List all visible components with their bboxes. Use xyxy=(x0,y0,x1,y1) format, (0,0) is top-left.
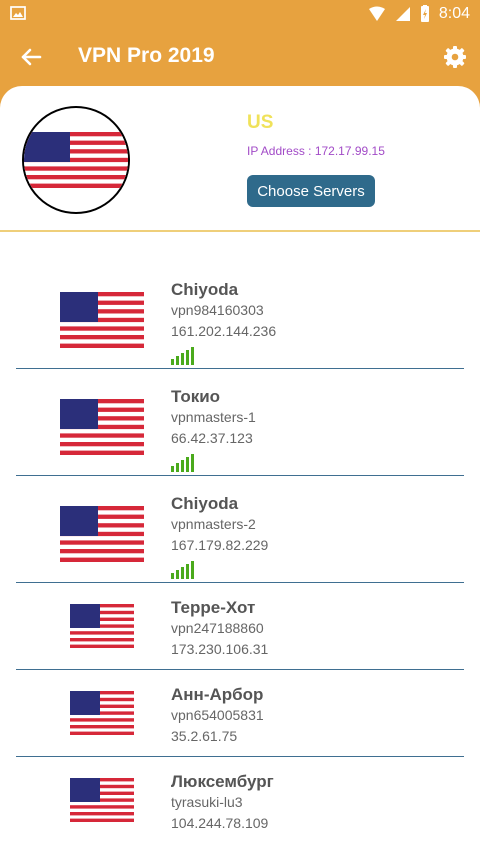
status-icons: 8:04 xyxy=(367,0,470,28)
cell-signal-icon xyxy=(395,7,410,21)
server-host: vpn247188860 xyxy=(171,620,264,636)
server-ip: 66.42.37.123 xyxy=(171,430,253,446)
clock: 8:04 xyxy=(438,5,470,22)
server-name: Chiyoda xyxy=(171,494,239,513)
server-name: Терре-Хот xyxy=(171,598,256,617)
us-flag-icon xyxy=(70,778,134,822)
signal-strength-icon xyxy=(171,454,194,472)
server-item-terre-haute[interactable]: Терре-Хот vpn247188860 173.230.106.31 xyxy=(0,583,480,670)
server-item-chiyoda-1[interactable]: Chiyoda vpn984160303 161.202.144.236 xyxy=(0,262,480,369)
us-flag-icon xyxy=(60,292,144,348)
server-host: vpn654005831 xyxy=(171,707,264,723)
image-notification-icon xyxy=(10,6,26,20)
ip-address: IP Address : 172.17.99.15 xyxy=(247,144,385,158)
server-item-ann-arbor[interactable]: Анн-Арбор vpn654005831 35.2.61.75 xyxy=(0,670,480,757)
server-ip: 35.2.61.75 xyxy=(171,728,238,744)
signal-strength-icon xyxy=(171,347,194,365)
server-name: Анн-Арбор xyxy=(171,685,264,704)
server-list: Chiyoda vpn984160303 161.202.144.236 Ток… xyxy=(0,262,480,844)
country-code: US xyxy=(247,112,274,133)
server-name: Люксембург xyxy=(171,772,274,791)
server-name: Токио xyxy=(171,387,221,406)
us-flag-icon xyxy=(60,506,144,562)
server-ip: 167.179.82.229 xyxy=(171,537,269,553)
server-host: vpn984160303 xyxy=(171,302,264,318)
server-item-chiyoda-2[interactable]: Chiyoda vpnmasters-2 167.179.82.229 xyxy=(0,476,480,583)
us-flag-icon xyxy=(60,399,144,455)
server-ip: 161.202.144.236 xyxy=(171,323,277,339)
battery-icon xyxy=(420,5,429,22)
server-ip: 173.230.106.31 xyxy=(171,641,269,657)
choose-servers-button[interactable]: Choose Servers xyxy=(247,175,375,207)
us-flag-icon xyxy=(24,132,128,188)
gear-icon[interactable] xyxy=(440,42,470,72)
current-connection: US IP Address : 172.17.99.15 Choose Serv… xyxy=(0,86,480,232)
status-bar: 8:04 xyxy=(0,0,480,28)
current-country-flag xyxy=(22,106,130,214)
server-item-luxembourg[interactable]: Люксембург tyrasuki-lu3 104.244.78.109 xyxy=(0,757,480,844)
toolbar: VPN Pro 2019 xyxy=(0,28,480,86)
signal-strength-icon xyxy=(171,561,194,579)
wifi-icon xyxy=(368,6,385,21)
page-title: VPN Pro 2019 xyxy=(78,44,215,67)
server-name: Chiyoda xyxy=(171,280,239,299)
arrow-back-icon[interactable] xyxy=(16,42,46,72)
server-host: tyrasuki-lu3 xyxy=(171,794,243,810)
main-content: US IP Address : 172.17.99.15 Choose Serv… xyxy=(0,86,480,853)
server-host: vpnmasters-1 xyxy=(171,409,256,425)
server-ip: 104.244.78.109 xyxy=(171,815,269,831)
us-flag-icon xyxy=(70,604,134,648)
server-item-tokio[interactable]: Токио vpnmasters-1 66.42.37.123 xyxy=(0,369,480,476)
us-flag-icon xyxy=(70,691,134,735)
server-host: vpnmasters-2 xyxy=(171,516,256,532)
